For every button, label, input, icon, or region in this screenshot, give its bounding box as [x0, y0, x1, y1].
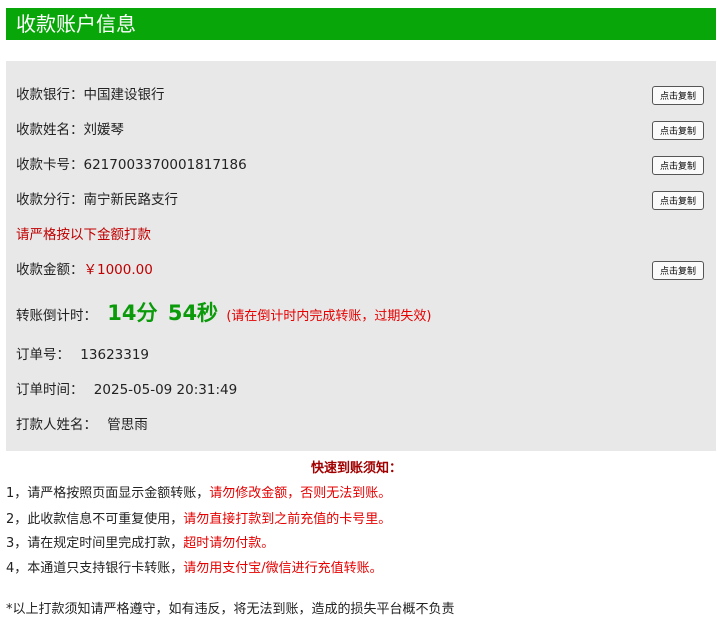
notice-item-warning: 超时请勿付款。: [183, 536, 275, 551]
notice-item-warning: 请勿用支付宝/微信进行充值转账。: [183, 561, 383, 576]
notice-item-text: 1，请严格按照页面显示金额转账，: [6, 486, 210, 501]
notice-item: 1，请严格按照页面显示金额转账，请勿修改金额，否则无法到账。: [6, 482, 391, 501]
countdown-label: 转账倒计时：: [16, 308, 97, 324]
amount-warning: 请严格按以下金额打款: [16, 227, 151, 243]
notice-title: 快速到账须知：: [310, 461, 402, 476]
bank-row: 收款银行：中国建设银行: [16, 85, 165, 105]
notice-item-text: 3，请在规定时间里完成打款，: [6, 536, 184, 551]
card-row: 收款卡号：6217003370001817186: [16, 155, 247, 175]
payer-row: 打款人姓名： 管思雨: [16, 415, 148, 435]
order-no-row: 订单号： 13623319: [16, 345, 149, 365]
countdown-note: (请在倒计时内完成转账，过期失效): [226, 309, 432, 324]
countdown-minutes: 14分: [107, 301, 158, 325]
bank-label: 收款银行：: [16, 87, 84, 103]
countdown-seconds: 54秒: [167, 301, 219, 325]
payer-label: 打款人姓名：: [16, 417, 97, 433]
name-label: 收款姓名：: [16, 122, 84, 138]
branch-label: 收款分行：: [16, 192, 84, 208]
copy-branch-button[interactable]: 点击复制: [652, 191, 704, 210]
notice-item-warning: 请勿直接打款到之前充值的卡号里。: [183, 512, 392, 527]
notice-item: 4，本通道只支持银行卡转账，请勿用支付宝/微信进行充值转账。: [6, 557, 383, 576]
page-title: 收款账户信息: [16, 12, 136, 36]
order-time-label: 订单时间：: [16, 382, 84, 398]
page-header: 收款账户信息: [6, 8, 716, 40]
order-time-value: 2025-05-09 20:31:49: [93, 382, 238, 398]
copy-bank-button[interactable]: 点击复制: [652, 86, 704, 105]
copy-name-button[interactable]: 点击复制: [652, 121, 704, 140]
branch-value: 南宁新民路支行: [83, 192, 179, 208]
account-info-panel: 收款银行：中国建设银行 点击复制 收款姓名：刘媛琴 点击复制 收款卡号：6217…: [6, 61, 716, 451]
amount-row: 收款金额：￥1000.00: [16, 260, 153, 280]
notice-item: 3，请在规定时间里完成打款，超时请勿付款。: [6, 532, 274, 551]
notice-item-text: 2，此收款信息不可重复使用，: [6, 512, 184, 527]
card-value: 6217003370001817186: [83, 157, 247, 173]
amount-label: 收款金额：: [16, 262, 84, 278]
order-time-row: 订单时间： 2025-05-09 20:31:49: [16, 380, 237, 400]
name-row: 收款姓名：刘媛琴: [16, 120, 124, 140]
notice-item-warning: 请勿修改金额，否则无法到账。: [209, 486, 392, 501]
copy-amount-button[interactable]: 点击复制: [652, 261, 704, 280]
name-value: 刘媛琴: [83, 122, 125, 138]
bank-value: 中国建设银行: [83, 87, 165, 103]
amount-value: ￥1000.00: [83, 262, 153, 278]
order-no-label: 订单号：: [16, 347, 70, 363]
payer-value: 管思雨: [107, 417, 148, 433]
copy-card-button[interactable]: 点击复制: [652, 156, 704, 175]
notice-item-text: 4，本通道只支持银行卡转账，: [6, 561, 184, 576]
branch-row: 收款分行：南宁新民路支行: [16, 190, 178, 210]
notice-footer: *以上打款须知请严格遵守，如有违反，将无法到账，造成的损失平台概不负责: [6, 602, 455, 617]
card-label: 收款卡号：: [16, 157, 84, 173]
notice-item: 2，此收款信息不可重复使用，请勿直接打款到之前充值的卡号里。: [6, 508, 391, 527]
countdown-row: 转账倒计时： 14分 54秒 (请在倒计时内完成转账，过期失效): [16, 299, 432, 327]
order-no-value: 13623319: [80, 347, 150, 363]
